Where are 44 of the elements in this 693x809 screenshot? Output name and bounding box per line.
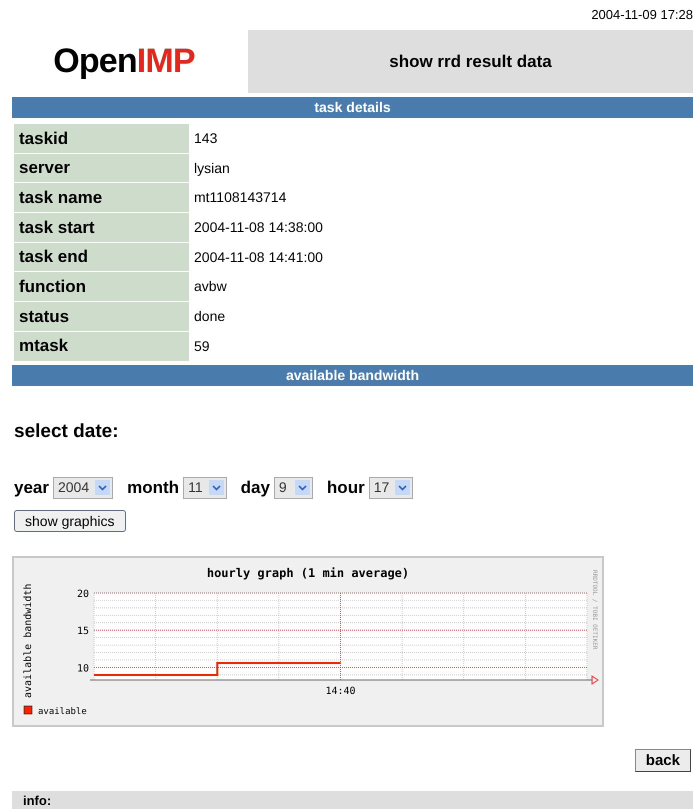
dropdown[interactable]: 17 xyxy=(368,476,414,498)
section-header: task details xyxy=(12,97,693,118)
field-label: year xyxy=(14,476,49,499)
logo: OpenIMP xyxy=(53,41,195,82)
field-label: month xyxy=(127,476,180,499)
section-header: available bandwidth xyxy=(12,364,693,386)
detail-label: function xyxy=(14,272,189,302)
y-tick-label: 20 xyxy=(76,588,89,600)
dropdown[interactable]: 9 xyxy=(274,476,313,498)
page-title: show rrd result data xyxy=(389,50,552,73)
chevron-down-icon xyxy=(294,480,310,495)
detail-label: task name xyxy=(14,183,189,212)
detail-value: avbw xyxy=(193,277,227,296)
detail-label: task end xyxy=(14,242,189,272)
detail-value: done xyxy=(193,306,226,326)
detail-value: 59 xyxy=(193,336,210,356)
detail-value: 2004-11-08 14:41:00 xyxy=(193,248,323,267)
detail-value: 143 xyxy=(193,128,218,148)
field-label: hour xyxy=(326,476,365,499)
detail-value: mt1108143714 xyxy=(193,188,286,208)
detail-label: server xyxy=(14,154,189,182)
info-label: info: xyxy=(23,792,52,809)
detail-label: task start xyxy=(14,213,189,242)
y-tick-label: 10 xyxy=(76,662,89,674)
chevron-down-icon xyxy=(95,480,110,495)
detail-label: status xyxy=(14,302,189,331)
legend-label: available xyxy=(38,706,87,716)
back-button[interactable]: back xyxy=(634,748,691,772)
detail-label: mtask xyxy=(14,332,189,360)
detail-label: taskid xyxy=(14,124,189,153)
show-graphics-button[interactable]: show graphics xyxy=(14,510,126,532)
timestamp: 2004-11-09 17:28 xyxy=(591,8,693,24)
x-tick-label: 14:40 xyxy=(325,686,356,696)
dropdown[interactable]: 2004 xyxy=(52,476,114,498)
dropdown[interactable]: 11 xyxy=(183,476,227,498)
y-axis-label: available bandwidth xyxy=(23,583,34,698)
field-label: day xyxy=(240,476,270,499)
y-tick-label: 15 xyxy=(76,626,89,637)
chevron-down-icon xyxy=(395,480,410,495)
detail-value: 2004-11-08 14:38:00 xyxy=(193,218,323,237)
chevron-down-icon xyxy=(208,480,224,495)
select-date-heading: select date: xyxy=(14,420,120,442)
chart-title: hourly graph (1 min average) xyxy=(206,566,410,580)
detail-value: lysian xyxy=(193,158,230,178)
